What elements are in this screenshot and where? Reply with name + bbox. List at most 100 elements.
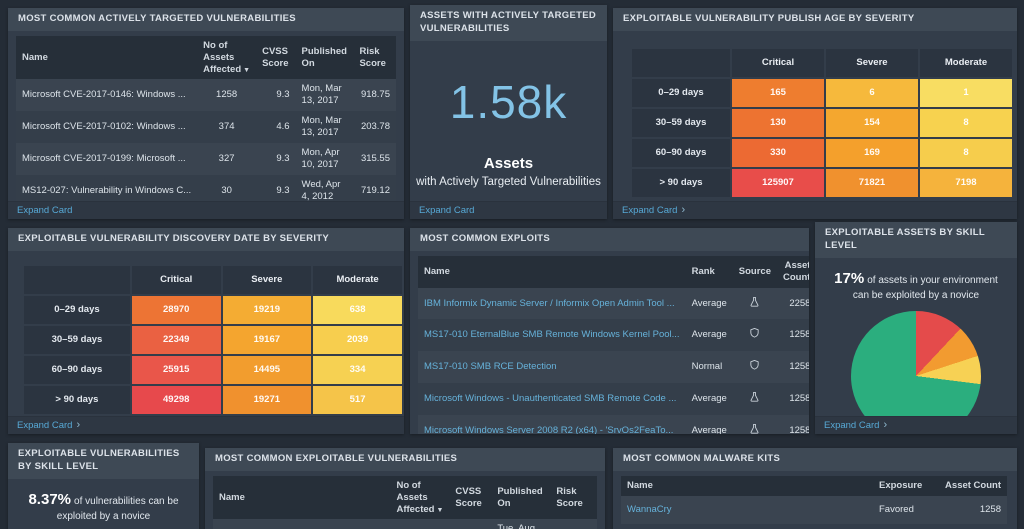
column-header-label: Rank	[692, 266, 715, 277]
column-header-assets[interactable]: No of Assets Affected▼	[390, 476, 449, 520]
heatmap-row: 30–59 days22349191672039	[23, 325, 403, 355]
expand-card-link[interactable]: Expand Card ›	[8, 416, 404, 434]
expand-card-link[interactable]: Expand Card	[8, 201, 404, 219]
column-header-name[interactable]: Name	[213, 476, 390, 520]
cell-name: Microsoft CVE-2017-0199: Microsoft ...	[16, 143, 197, 175]
card-title: EXPLOITABLE VULNERABILITY PUBLISH AGE BY…	[613, 8, 1017, 31]
discovery-date-heatmap: CriticalSevereModerate0–29 days289701921…	[22, 264, 404, 416]
expand-card-link[interactable]: Expand Card	[410, 201, 607, 219]
table-header-row: Name No of Assets Affected▼CVSS Score Publ…	[16, 36, 396, 80]
column-header-source[interactable]: Source	[733, 256, 777, 288]
heatmap-column-severe: Severe	[825, 48, 919, 78]
card-discovery-date-by-severity: EXPLOITABLE VULNERABILITY DISCOVERY DATE…	[8, 228, 404, 434]
cell-assets: 374	[197, 111, 256, 143]
cell-name: Microsoft CVE-2017-0102: Windows ...	[16, 111, 197, 143]
column-header-count[interactable]: Asset Count	[777, 256, 809, 288]
column-header-name[interactable]: Name	[621, 476, 873, 496]
vulns-skill-headline: 8.37%of vulnerabilities can be exploited…	[8, 479, 199, 524]
cell-exposure: Favored	[873, 496, 939, 524]
column-header-cvss[interactable]: CVSS Score	[256, 36, 295, 80]
table-row: MS17-010 EternalBlue SMB Remote Windows …	[418, 319, 809, 351]
table-header-row: NameNo of Assets Affected▼CVSS Score Publ…	[213, 476, 597, 520]
heatmap-cell: 28970	[131, 295, 222, 325]
heatmap-cell: 1	[919, 78, 1013, 108]
column-header-assets[interactable]: No of Assets Affected▼	[197, 36, 256, 80]
heatmap-row: 60–90 days3301698	[631, 138, 1013, 168]
expand-card-label: Expand Card	[419, 205, 474, 216]
column-header-exposure[interactable]: Exposure	[873, 476, 939, 496]
chevron-right-icon: ›	[883, 420, 887, 431]
column-header-label: Published On	[302, 46, 347, 69]
vulnerability-link[interactable]: Microsoft Windows - Unauthenticated SMB …	[424, 393, 680, 405]
heatmap-column-moderate: Moderate	[919, 48, 1013, 78]
severity-heatmap: CriticalSevereModerate0–29 days1656130–5…	[630, 47, 1014, 199]
cell-cvss: 5	[449, 519, 491, 529]
flask-icon	[749, 296, 760, 312]
cell-source	[733, 383, 777, 415]
column-header-label: Name	[22, 52, 48, 63]
assets-skill-pie-chart	[851, 311, 981, 416]
card-title: MOST COMMON EXPLOITS	[410, 228, 809, 251]
heatmap-row: 0–29 days2897019219638	[23, 295, 403, 325]
heatmap-row-label: 30–59 days	[631, 108, 731, 138]
column-header-label: Published On	[497, 486, 542, 509]
column-header-risk[interactable]: Risk Score	[353, 36, 396, 80]
heatmap-cell: 8	[919, 108, 1013, 138]
card-title: EXPLOITABLE VULNERABILITIES BY SKILL LEV…	[8, 443, 199, 479]
column-header-published[interactable]: Published On	[491, 476, 550, 520]
publish-age-heatmap-container: CriticalSevereModerate0–29 days1656130–5…	[613, 31, 1017, 201]
card-exploitable-assets-by-skill: EXPLOITABLE ASSETS BY SKILL LEVEL 17%of …	[815, 222, 1017, 434]
heatmap-cell: 638	[312, 295, 403, 325]
column-header-count[interactable]: Asset Count	[939, 476, 1007, 496]
heatmap-cell: 19219	[222, 295, 313, 325]
expand-card-label: Expand Card	[17, 205, 72, 216]
cell-published: Mon, Mar 13, 2017	[296, 79, 354, 111]
flask-icon	[749, 391, 760, 407]
heatmap-row-label: 0–29 days	[23, 295, 131, 325]
vulnerability-link[interactable]: IBM Informix Dynamic Server / Informix O…	[424, 298, 680, 310]
chevron-right-icon: ›	[681, 205, 685, 216]
cell-rank: Average	[686, 383, 733, 415]
heatmap-cell: 19271	[222, 385, 313, 415]
cell-count: 1258	[777, 383, 809, 415]
heatmap-column-critical: Critical	[731, 48, 825, 78]
cell-assets: 30	[197, 175, 256, 201]
discovery-date-heatmap-container: CriticalSevereModerate0–29 days289701921…	[8, 251, 404, 416]
column-header-risk[interactable]: Risk Score	[550, 476, 597, 520]
column-header-cvss[interactable]: CVSS Score	[449, 476, 491, 520]
heatmap-row: 30–59 days1301548	[631, 108, 1013, 138]
cell-published: Mon, Mar 13, 2017	[296, 111, 354, 143]
column-header-label: No of Assets Affected	[396, 480, 434, 515]
heatmap-cell: 125907	[731, 168, 825, 198]
table-row: MS12-027: Vulnerability in Windows C...3…	[16, 175, 396, 201]
card-title: EXPLOITABLE ASSETS BY SKILL LEVEL	[815, 222, 1017, 258]
heatmap-cell: 14495	[222, 355, 313, 385]
heatmap-cell: 2039	[312, 325, 403, 355]
column-header-name[interactable]: Name	[418, 256, 686, 288]
cell-name: Microsoft Windows Server 2008 R2 (x64) -…	[418, 415, 686, 434]
heatmap-row-label: 0–29 days	[631, 78, 731, 108]
heatmap-corner	[23, 265, 131, 295]
expand-card-link[interactable]: Expand Card ›	[613, 201, 1017, 219]
vulnerability-link[interactable]: MS17-010 SMB RCE Detection	[424, 361, 680, 373]
column-header-published[interactable]: Published On	[296, 36, 354, 80]
column-header-rank[interactable]: Rank	[686, 256, 733, 288]
heatmap-row: 60–90 days2591514495334	[23, 355, 403, 385]
heatmap-row-label: > 90 days	[23, 385, 131, 415]
column-header-name[interactable]: Name	[16, 36, 197, 80]
vulnerability-link[interactable]: MS17-010 EternalBlue SMB Remote Windows …	[424, 329, 680, 341]
cell-cvss: 9.3	[256, 79, 295, 111]
table-row: Microsoft Windows - Unauthenticated SMB …	[418, 383, 809, 415]
heatmap-cell: 130	[731, 108, 825, 138]
shield-icon	[749, 327, 760, 343]
vulnerability-link[interactable]: Microsoft Windows Server 2008 R2 (x64) -…	[424, 425, 680, 434]
heatmap-cell: 49298	[131, 385, 222, 415]
column-header-label: Risk Score	[556, 486, 582, 509]
heatmap-row-label: 60–90 days	[631, 138, 731, 168]
vulnerability-link[interactable]: WannaCry	[627, 504, 867, 516]
exploits-table-container: Name Rank SourceAsset Count IBM Informix Dy…	[410, 251, 809, 434]
cell-rank: Average	[686, 288, 733, 320]
heatmap-row: 0–29 days16561	[631, 78, 1013, 108]
expand-card-link[interactable]: Expand Card ›	[815, 416, 1017, 434]
publish-age-heatmap: CriticalSevereModerate0–29 days1656130–5…	[630, 47, 1017, 199]
